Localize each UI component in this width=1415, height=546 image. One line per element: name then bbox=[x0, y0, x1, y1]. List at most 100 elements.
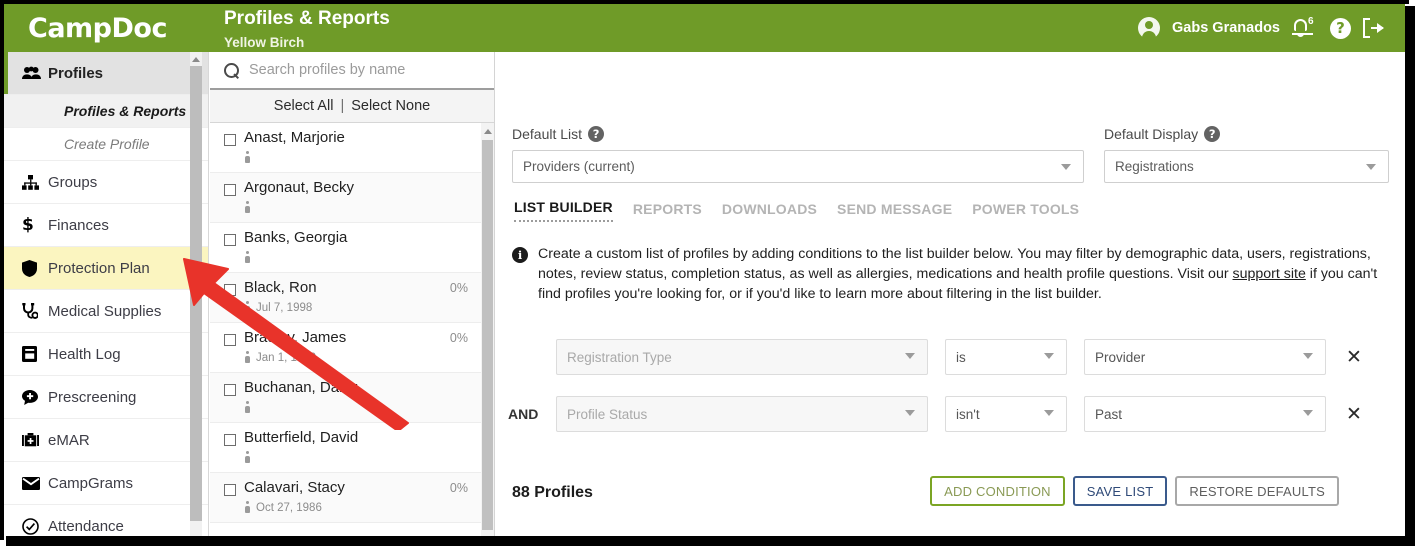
chevron-down-icon bbox=[1044, 353, 1054, 359]
default-display-select[interactable]: Registrations bbox=[1104, 150, 1389, 183]
person-icon bbox=[244, 501, 251, 514]
scroll-up-arrow-icon[interactable] bbox=[192, 57, 200, 62]
list-item[interactable]: Bradley, James 0% Jan 1, 1959 bbox=[210, 323, 494, 373]
add-condition-button[interactable]: ADD CONDITION bbox=[930, 476, 1065, 506]
username-label[interactable]: Gabs Granados bbox=[1172, 20, 1280, 36]
select-all-link[interactable]: Select All bbox=[274, 98, 334, 114]
person-icon bbox=[244, 201, 251, 214]
default-display-value: Registrations bbox=[1115, 159, 1194, 174]
condition-field-value: Registration Type bbox=[567, 350, 672, 365]
remove-condition-button-1[interactable]: ✕ bbox=[1346, 348, 1362, 367]
profile-dob: Oct 27, 1986 bbox=[256, 502, 322, 514]
tab-list-builder[interactable]: LIST BUILDER bbox=[514, 199, 613, 222]
row-checkbox[interactable] bbox=[224, 184, 236, 196]
sidebar-item-profiles-reports[interactable]: Profiles & Reports bbox=[4, 95, 208, 128]
profile-list-scrollbar[interactable] bbox=[481, 123, 494, 536]
sidebar-item-label: Medical Supplies bbox=[48, 303, 161, 320]
sidebar-scrollbar[interactable] bbox=[190, 52, 202, 536]
sidebar-item-protection-plan[interactable]: Protection Plan bbox=[4, 247, 208, 290]
sidebar-item-label: Attendance bbox=[48, 518, 124, 535]
tab-send-message[interactable]: SEND MESSAGE bbox=[837, 201, 952, 222]
profile-percent: 0% bbox=[450, 331, 468, 345]
sidebar-item-prescreening[interactable]: Prescreening bbox=[4, 376, 208, 419]
chevron-down-icon bbox=[1366, 164, 1376, 170]
sidebar-item-label: CampGrams bbox=[48, 475, 133, 492]
row-checkbox[interactable] bbox=[224, 134, 236, 146]
list-item[interactable]: Argonaut, Becky bbox=[210, 173, 494, 223]
support-site-link[interactable]: support site bbox=[1233, 266, 1306, 282]
condition-operator-value: is bbox=[956, 350, 966, 365]
list-item[interactable]: Calavari, Stacy 0% Oct 27, 1986 bbox=[210, 473, 494, 523]
sidebar-item-finances[interactable]: $ Finances bbox=[4, 204, 208, 247]
frame-bottom-border bbox=[6, 536, 1415, 546]
row-checkbox[interactable] bbox=[224, 234, 236, 246]
tab-downloads[interactable]: DOWNLOADS bbox=[722, 201, 817, 222]
logo-text: CampDoc bbox=[28, 13, 167, 44]
row-checkbox[interactable] bbox=[224, 334, 236, 346]
condition-field-select-1[interactable]: Registration Type bbox=[556, 339, 928, 375]
profile-name: Calavari, Stacy bbox=[244, 479, 345, 496]
sidebar-item-label: Groups bbox=[48, 174, 97, 191]
list-item[interactable]: Banks, Georgia bbox=[210, 223, 494, 273]
profile-meta: Jul 7, 1998 bbox=[244, 301, 312, 314]
tab-power-tools[interactable]: POWER TOOLS bbox=[972, 201, 1079, 222]
profile-percent: 0% bbox=[450, 481, 468, 495]
scroll-up-arrow-icon[interactable] bbox=[484, 129, 492, 134]
list-item[interactable]: Buchanan, Daisy bbox=[210, 373, 494, 423]
list-item[interactable]: Butterfield, David bbox=[210, 423, 494, 473]
notification-count-badge: 6 bbox=[1308, 16, 1314, 27]
condition-value-select-1[interactable]: Provider bbox=[1084, 339, 1326, 375]
sidebar-item-health-log[interactable]: Health Log bbox=[4, 333, 208, 376]
campdoc-logo[interactable]: CampDoc bbox=[28, 13, 167, 44]
sidebar-item-create-profile[interactable]: Create Profile bbox=[4, 128, 208, 161]
select-toggle-row: Select All | Select None bbox=[210, 90, 494, 123]
row-checkbox[interactable] bbox=[224, 284, 236, 296]
condition-value-select-2[interactable]: Past bbox=[1084, 396, 1326, 432]
frame-left-border bbox=[0, 0, 4, 540]
profile-meta bbox=[244, 251, 256, 264]
condition-operator-select-1[interactable]: is bbox=[945, 339, 1067, 375]
sidebar-subitem-label: Profiles & Reports bbox=[64, 103, 186, 119]
condition-value-value: Past bbox=[1095, 407, 1122, 422]
row-checkbox[interactable] bbox=[224, 384, 236, 396]
comment-plus-icon bbox=[22, 390, 48, 405]
sidebar-scrollbar-thumb[interactable] bbox=[190, 66, 202, 521]
save-list-button[interactable]: SAVE LIST bbox=[1073, 476, 1168, 506]
stethoscope-icon bbox=[22, 303, 48, 320]
sidebar-item-campgrams[interactable]: CampGrams bbox=[4, 462, 208, 505]
remove-condition-button-2[interactable]: ✕ bbox=[1346, 405, 1362, 424]
avatar-icon[interactable] bbox=[1138, 17, 1160, 39]
sidebar-item-emar[interactable]: eMAR bbox=[4, 419, 208, 462]
person-icon bbox=[244, 251, 251, 264]
person-icon bbox=[244, 301, 251, 314]
notifications-button[interactable]: 6 bbox=[1292, 16, 1318, 40]
profile-meta bbox=[244, 151, 256, 164]
select-none-link[interactable]: Select None bbox=[351, 98, 430, 114]
logout-icon[interactable] bbox=[1363, 18, 1385, 38]
sidebar-item-medical-supplies[interactable]: Medical Supplies bbox=[4, 290, 208, 333]
sidebar-item-groups[interactable]: Groups bbox=[4, 161, 208, 204]
tab-reports[interactable]: REPORTS bbox=[633, 201, 702, 222]
help-icon[interactable]: ? bbox=[1204, 126, 1220, 142]
medkit-icon bbox=[22, 433, 48, 448]
person-icon bbox=[244, 151, 251, 164]
chevron-down-icon bbox=[1061, 164, 1071, 170]
help-icon[interactable]: ? bbox=[1330, 18, 1351, 39]
sidebar-item-profiles[interactable]: Profiles bbox=[4, 52, 208, 95]
list-item[interactable]: Anast, Marjorie bbox=[210, 123, 494, 173]
condition-field-select-2[interactable]: Profile Status bbox=[556, 396, 928, 432]
search-input[interactable] bbox=[249, 62, 464, 78]
list-item[interactable]: Black, Ron 0% Jul 7, 1998 bbox=[210, 273, 494, 323]
profile-name: Argonaut, Becky bbox=[244, 179, 354, 196]
profile-name: Anast, Marjorie bbox=[244, 129, 345, 146]
condition-operator-select-2[interactable]: isn't bbox=[945, 396, 1067, 432]
help-icon[interactable]: ? bbox=[588, 126, 604, 142]
profile-list-scrollbar-thumb[interactable] bbox=[482, 140, 493, 530]
restore-defaults-button[interactable]: RESTORE DEFAULTS bbox=[1175, 476, 1339, 506]
default-list-select[interactable]: Providers (current) bbox=[512, 150, 1084, 183]
row-checkbox[interactable] bbox=[224, 434, 236, 446]
users-icon bbox=[22, 66, 48, 80]
sidebar-item-attendance[interactable]: Attendance bbox=[4, 505, 208, 536]
condition-conjunction-label: AND bbox=[508, 406, 538, 422]
row-checkbox[interactable] bbox=[224, 484, 236, 496]
